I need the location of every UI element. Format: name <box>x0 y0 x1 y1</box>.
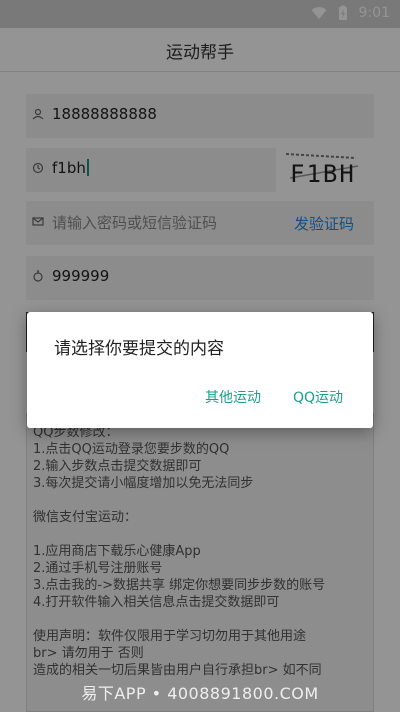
qq-sport-button[interactable]: QQ运动 <box>293 387 343 407</box>
choice-dialog: 请选择你要提交的内容 其他运动 QQ运动 <box>27 312 373 428</box>
other-sport-button[interactable]: 其他运动 <box>205 387 261 407</box>
dialog-title: 请选择你要提交的内容 <box>54 339 224 359</box>
watermark: 易下APP • 4008891800.COM <box>81 684 319 703</box>
